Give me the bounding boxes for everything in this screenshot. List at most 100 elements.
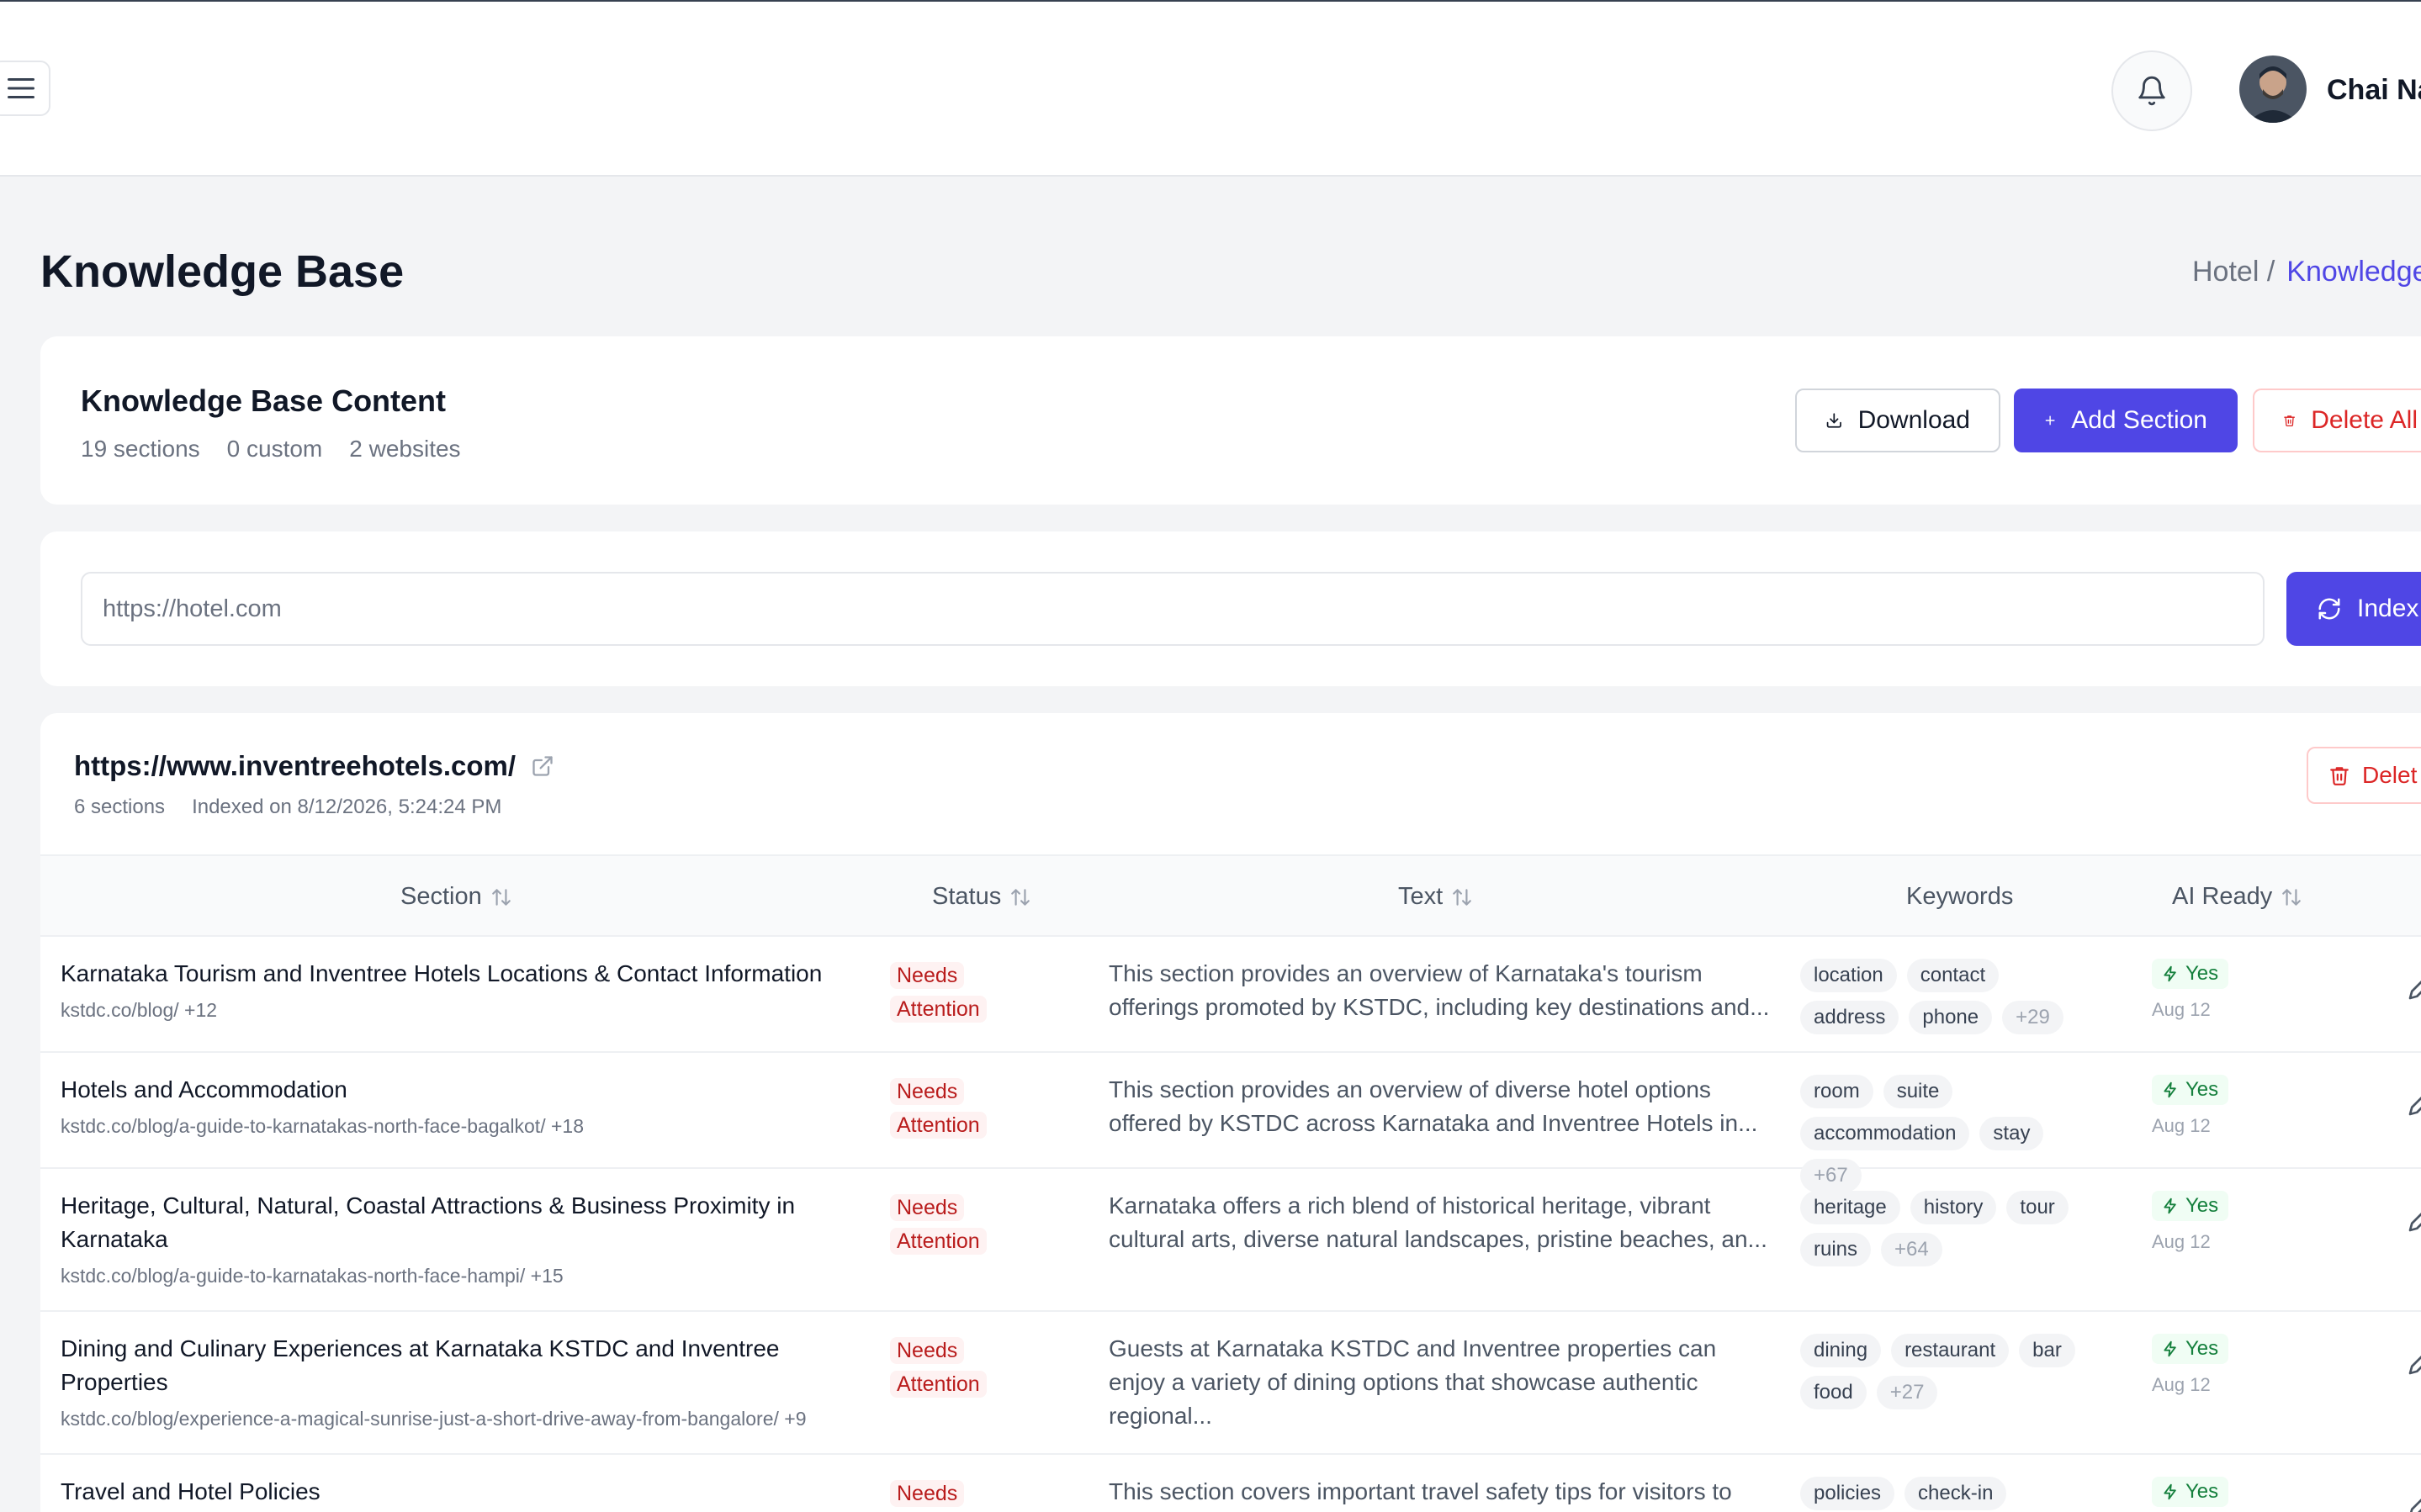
keyword-list: heritage history tour ruins +64 [1800, 1191, 2103, 1266]
download-icon [1826, 413, 1841, 428]
website-sections-card: https://www.inventreehotels.com/ 6 secti… [40, 713, 2421, 1512]
pencil-icon[interactable] [2408, 1488, 2421, 1512]
ai-ready-value: Yes [2185, 962, 2219, 985]
ai-ready-date: Aug 12 [2152, 1231, 2211, 1252]
keyword-more-chip: +64 [1881, 1233, 1942, 1266]
user-name[interactable]: Chai Na [2327, 74, 2421, 107]
table-row[interactable]: Travel and Hotel Policies Needs This sec… [40, 1455, 2421, 1512]
section-title[interactable]: Travel and Hotel Policies [61, 1475, 885, 1509]
ai-ready-date: Aug 12 [2152, 999, 2211, 1020]
ai-ready-date: Aug 12 [2152, 1374, 2211, 1395]
avatar[interactable] [2239, 56, 2307, 123]
keyword-more-chip: +27 [1876, 1376, 1938, 1409]
ai-ready-badge: Yes [2152, 1191, 2229, 1221]
status-badge: Needs [890, 1477, 991, 1510]
ai-ready-badge: Yes [2152, 1477, 2229, 1507]
sort-icon [1011, 888, 1030, 906]
refresh-icon [2318, 598, 2340, 620]
ai-ready-date: Aug 12 [2152, 1115, 2211, 1136]
ai-ready-badge: Yes [2152, 1075, 2229, 1105]
table-row[interactable]: Heritage, Cultural, Natural, Coastal Att… [40, 1169, 2421, 1312]
keyword-chip: history [1910, 1191, 1997, 1224]
column-header-text[interactable]: Text [1398, 883, 1473, 911]
keyword-chip: address [1800, 1001, 1899, 1034]
ai-ready-badge: Yes [2152, 959, 2229, 989]
table-row[interactable]: Hotels and Accommodation kstdc.co/blog/a… [40, 1053, 2421, 1192]
delete-all-button[interactable]: Delete All [2253, 389, 2421, 452]
column-ai-ready-label: AI Ready [2172, 883, 2273, 910]
pencil-icon[interactable] [2408, 970, 2421, 1001]
keyword-chip: food [1800, 1376, 1867, 1409]
ai-ready-cell: Yes Aug 12 [2152, 1191, 2229, 1253]
breadcrumb-current[interactable]: Knowledge [2286, 256, 2421, 288]
download-button[interactable]: Download [1795, 389, 2000, 452]
status-line-2: Attention [890, 996, 987, 1023]
section-source: kstdc.co/blog/experience-a-magical-sunri… [61, 1408, 807, 1430]
lightning-icon [2164, 1340, 2176, 1357]
lightning-icon [2164, 1081, 2176, 1098]
column-status-label: Status [932, 883, 1002, 910]
keyword-chip: policies [1800, 1477, 1895, 1510]
sections-count: 19 sections [81, 436, 200, 462]
menu-toggle-button[interactable] [0, 61, 50, 116]
ai-ready-cell: Yes Aug 12 [2152, 959, 2229, 1021]
website-url-text[interactable]: https://www.inventreehotels.com/ [74, 750, 516, 782]
ai-ready-badge: Yes [2152, 1334, 2229, 1364]
status-line-2: Attention [890, 1228, 987, 1255]
delete-website-button[interactable]: Delet [2307, 747, 2421, 804]
ai-ready-cell: Yes [2152, 1477, 2229, 1507]
pencil-icon[interactable] [2408, 1086, 2421, 1117]
section-title[interactable]: Dining and Culinary Experiences at Karna… [61, 1332, 885, 1399]
keyword-chip: bar [2019, 1334, 2075, 1367]
add-section-button[interactable]: Add Section [2014, 389, 2238, 452]
kb-summary-card: Knowledge Base Content 19 sections 0 cus… [40, 336, 2421, 505]
user-photo [2239, 56, 2307, 123]
external-link-icon[interactable] [531, 754, 554, 778]
status-badge: Needs Attention [890, 959, 991, 1026]
table-row[interactable]: Karnataka Tourism and Inventree Hotels L… [40, 937, 2421, 1053]
website-url-input[interactable] [81, 572, 2265, 646]
ai-ready-cell: Yes Aug 12 [2152, 1075, 2229, 1137]
notifications-button[interactable] [2111, 50, 2192, 131]
keyword-list: location contact address phone +29 [1800, 959, 2103, 1034]
plus-icon [2045, 415, 2055, 426]
sort-icon [1453, 888, 1472, 906]
ai-ready-value: Yes [2185, 1194, 2219, 1217]
column-text-label: Text [1398, 883, 1444, 910]
keyword-list: dining restaurant bar food +27 [1800, 1334, 2103, 1409]
keyword-list: policies check-in [1800, 1477, 2103, 1510]
index-label: Index [2357, 595, 2419, 622]
keyword-chip: room [1800, 1075, 1873, 1108]
status-line-1: Needs [890, 1480, 965, 1507]
section-text-preview: This section provides an overview of div… [1109, 1076, 1758, 1136]
add-section-label: Add Section [2071, 406, 2207, 434]
section-source: kstdc.co/blog/a-guide-to-karnatakas-nort… [61, 1265, 564, 1287]
table-row[interactable]: Dining and Culinary Experiences at Karna… [40, 1312, 2421, 1455]
keyword-chip: contact [1906, 959, 2000, 992]
column-section-label: Section [400, 883, 482, 910]
custom-count: 0 custom [226, 436, 323, 462]
breadcrumb-hotel[interactable]: Hotel / [2192, 256, 2275, 288]
hamburger-menu-icon [8, 78, 34, 98]
section-title[interactable]: Hotels and Accommodation [61, 1073, 885, 1107]
status-line-2: Attention [890, 1112, 987, 1139]
status-badge: Needs Attention [890, 1334, 991, 1401]
pencil-icon[interactable] [2408, 1345, 2421, 1376]
status-line-1: Needs [890, 962, 965, 989]
keyword-chip: heritage [1800, 1191, 1900, 1224]
keyword-chip: phone [1909, 1001, 1993, 1034]
website-url: https://www.inventreehotels.com/ [74, 750, 554, 782]
download-label: Download [1857, 406, 1970, 434]
section-text-preview: Guests at Karnataka KSTDC and Inventree … [1109, 1335, 1717, 1429]
section-title[interactable]: Karnataka Tourism and Inventree Hotels L… [61, 957, 885, 991]
column-header-section[interactable]: Section [400, 883, 512, 911]
status-line-1: Needs [890, 1194, 965, 1221]
keyword-chip: stay [1979, 1117, 2044, 1150]
index-button[interactable]: Index [2286, 572, 2421, 646]
section-title[interactable]: Heritage, Cultural, Natural, Coastal Att… [61, 1189, 885, 1256]
website-indexed-date: Indexed on 8/12/2026, 5:24:24 PM [192, 796, 502, 818]
column-header-status[interactable]: Status [932, 883, 1031, 911]
pencil-icon[interactable] [2408, 1203, 2421, 1233]
keyword-chip: tour [2006, 1191, 2069, 1224]
column-header-ai-ready[interactable]: AI Ready [2172, 883, 2302, 911]
